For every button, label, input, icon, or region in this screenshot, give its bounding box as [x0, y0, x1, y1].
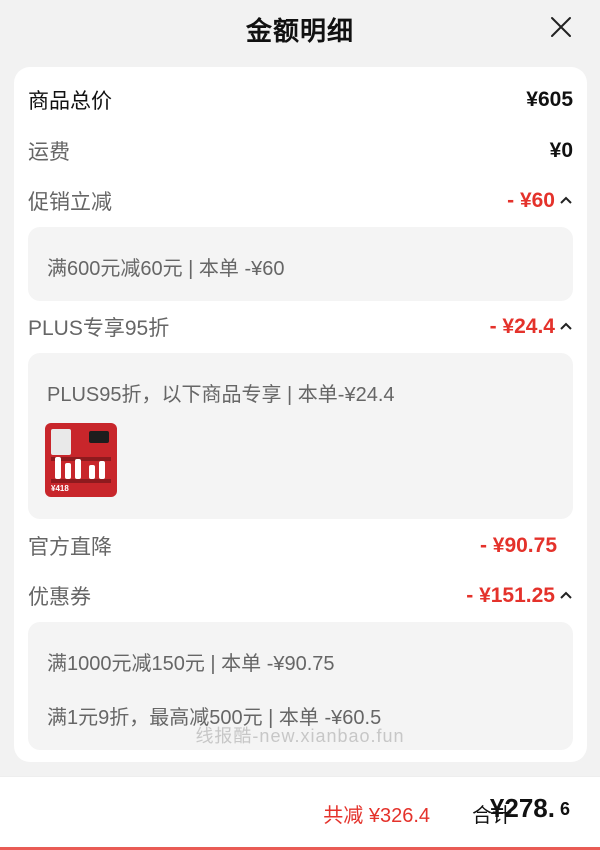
promo-value-wrap: - ¥60	[507, 189, 573, 213]
plus-row[interactable]: PLUS专享95折 - ¥24.4	[28, 312, 573, 342]
coupon-row[interactable]: 优惠券 - ¥151.25	[28, 581, 573, 611]
thumb-bottle	[99, 461, 105, 479]
thumb-bottle	[75, 459, 81, 479]
header: 金额明细	[0, 0, 600, 58]
shipping-row: 运费 ¥0	[28, 136, 573, 166]
official-label: 官方直降	[28, 536, 112, 559]
chevron-up-icon[interactable]	[559, 320, 573, 334]
plus-detail-line: PLUS95折，以下商品专享 | 本单-¥24.4	[47, 384, 395, 406]
coupon-detail-line: 满1000元减150元 | 本单 -¥90.75	[47, 653, 335, 675]
plus-label: PLUS专享95折	[28, 317, 170, 340]
shipping-label: 运费	[28, 141, 70, 164]
plus-detail: PLUS95折，以下商品专享 | 本单-¥24.4 ¥418	[28, 353, 573, 519]
goods-total-value: ¥605	[526, 88, 573, 111]
promo-row[interactable]: 促销立减 - ¥60	[28, 186, 573, 216]
chevron-up-icon[interactable]	[559, 589, 573, 603]
official-value: - ¥90.75	[479, 534, 557, 557]
total-amount: ¥278.	[489, 793, 555, 823]
thumb-shelf	[51, 479, 111, 483]
coupon-value: - ¥151.25	[466, 584, 555, 607]
promo-value: - ¥60	[507, 189, 555, 212]
chevron-up-icon[interactable]	[559, 194, 573, 208]
thumb-bottle	[65, 463, 71, 479]
total-discount: 共减 ¥326.4	[323, 805, 430, 827]
thumb-bottle	[89, 465, 95, 479]
shipping-value: ¥0	[549, 139, 573, 162]
thumb-panel	[51, 429, 71, 455]
close-icon[interactable]	[550, 16, 572, 38]
thumb-bottle	[55, 457, 61, 479]
footer-bar: 共减 ¥326.4 合计 ¥278. 6	[0, 776, 600, 850]
coupon-label: 优惠券	[28, 586, 91, 609]
coupon-value-wrap: - ¥151.25	[466, 584, 573, 608]
total-amount-decimal: 6	[559, 799, 570, 819]
thumb-box	[89, 431, 109, 443]
goods-total-label: 商品总价	[28, 90, 112, 113]
goods-total-row: 商品总价 ¥605	[28, 85, 573, 115]
promo-label: 促销立减	[28, 191, 112, 214]
plus-value-wrap: - ¥24.4	[490, 315, 573, 339]
plus-value: - ¥24.4	[489, 315, 555, 338]
promo-detail-line: 满600元减60元 | 本单 -¥60	[47, 258, 285, 280]
watermark: 线报酷-new.xianbao.fun	[195, 726, 405, 746]
official-row: 官方直降 - ¥90.75	[28, 531, 573, 561]
thumb-price: ¥418	[51, 484, 69, 493]
amount-detail-card: 商品总价 ¥605 运费 ¥0 促销立减 - ¥60 满600元减60元 | 本…	[14, 67, 587, 762]
promo-detail: 满600元减60元 | 本单 -¥60	[28, 227, 573, 301]
product-thumbnail[interactable]: ¥418	[45, 423, 117, 497]
page-title: 金额明细	[245, 15, 354, 46]
